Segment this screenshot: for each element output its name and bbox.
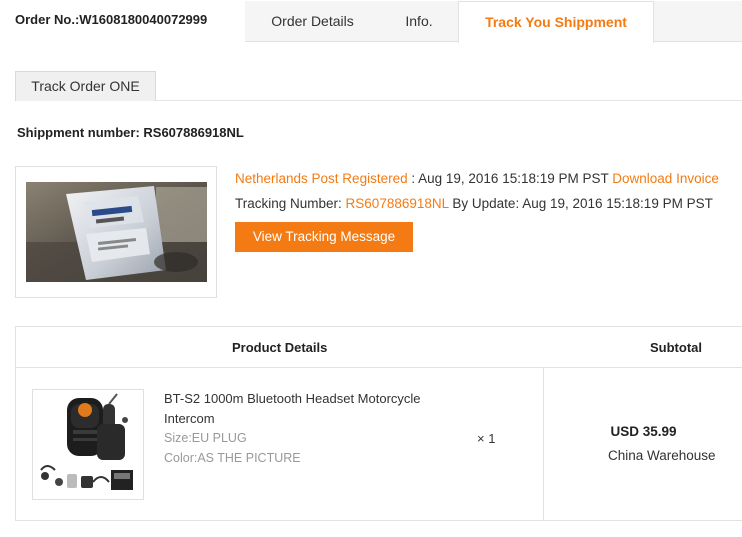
tab-order-details[interactable]: Order Details bbox=[245, 1, 380, 42]
product-quantity: × 1 bbox=[477, 431, 496, 446]
subtotal-header: Subtotal bbox=[650, 340, 702, 355]
update-date: By Update: Aug 19, 2016 15:18:19 PM PST bbox=[452, 196, 713, 211]
tab-track-shipment[interactable]: Track You Shippment bbox=[458, 1, 654, 43]
product-subtotal: USD 35.99 bbox=[610, 424, 677, 439]
tab-info[interactable]: Info. bbox=[380, 1, 458, 42]
product-color: Color:AS THE PICTURE bbox=[164, 451, 301, 465]
parcel-photo bbox=[26, 182, 207, 282]
shipment-info: Netherlands Post Registered : Aug 19, 20… bbox=[235, 170, 719, 220]
column-divider bbox=[543, 367, 544, 521]
product-size: Size:EU PLUG bbox=[164, 431, 247, 445]
product-image[interactable] bbox=[32, 389, 144, 500]
product-details-header: Product Details bbox=[232, 340, 328, 355]
tracking-row: Tracking Number: RS607886918NL By Update… bbox=[235, 195, 719, 220]
tracking-number-link[interactable]: RS607886918NL bbox=[346, 196, 449, 211]
parcel-photo-frame bbox=[15, 166, 217, 298]
view-tracking-button[interactable]: View Tracking Message bbox=[235, 222, 413, 252]
tracking-label: Tracking Number: bbox=[235, 196, 342, 211]
ship-date: : Aug 19, 2016 15:18:19 PM PST bbox=[411, 171, 609, 186]
shipment-number: Shippment number: RS607886918NL bbox=[17, 125, 244, 140]
tab-track-order-one[interactable]: Track Order ONE bbox=[15, 71, 156, 101]
header-divider bbox=[16, 367, 742, 368]
product-name[interactable]: BT-S2 1000m Bluetooth Headset Motorcycle… bbox=[164, 389, 454, 429]
carrier-name: Netherlands Post Registered bbox=[235, 171, 408, 186]
order-header: Order No.:W1608180040072999 Order Detail… bbox=[0, 0, 742, 43]
order-number: Order No.:W1608180040072999 bbox=[15, 12, 208, 27]
tab-bar-filler bbox=[654, 1, 742, 42]
download-invoice-link[interactable]: Download Invoice bbox=[612, 171, 719, 186]
carrier-row: Netherlands Post Registered : Aug 19, 20… bbox=[235, 170, 719, 195]
product-table: Product Details Subtotal BT-S2 1000m Blu… bbox=[15, 326, 742, 521]
warehouse-label: China Warehouse bbox=[608, 448, 716, 463]
